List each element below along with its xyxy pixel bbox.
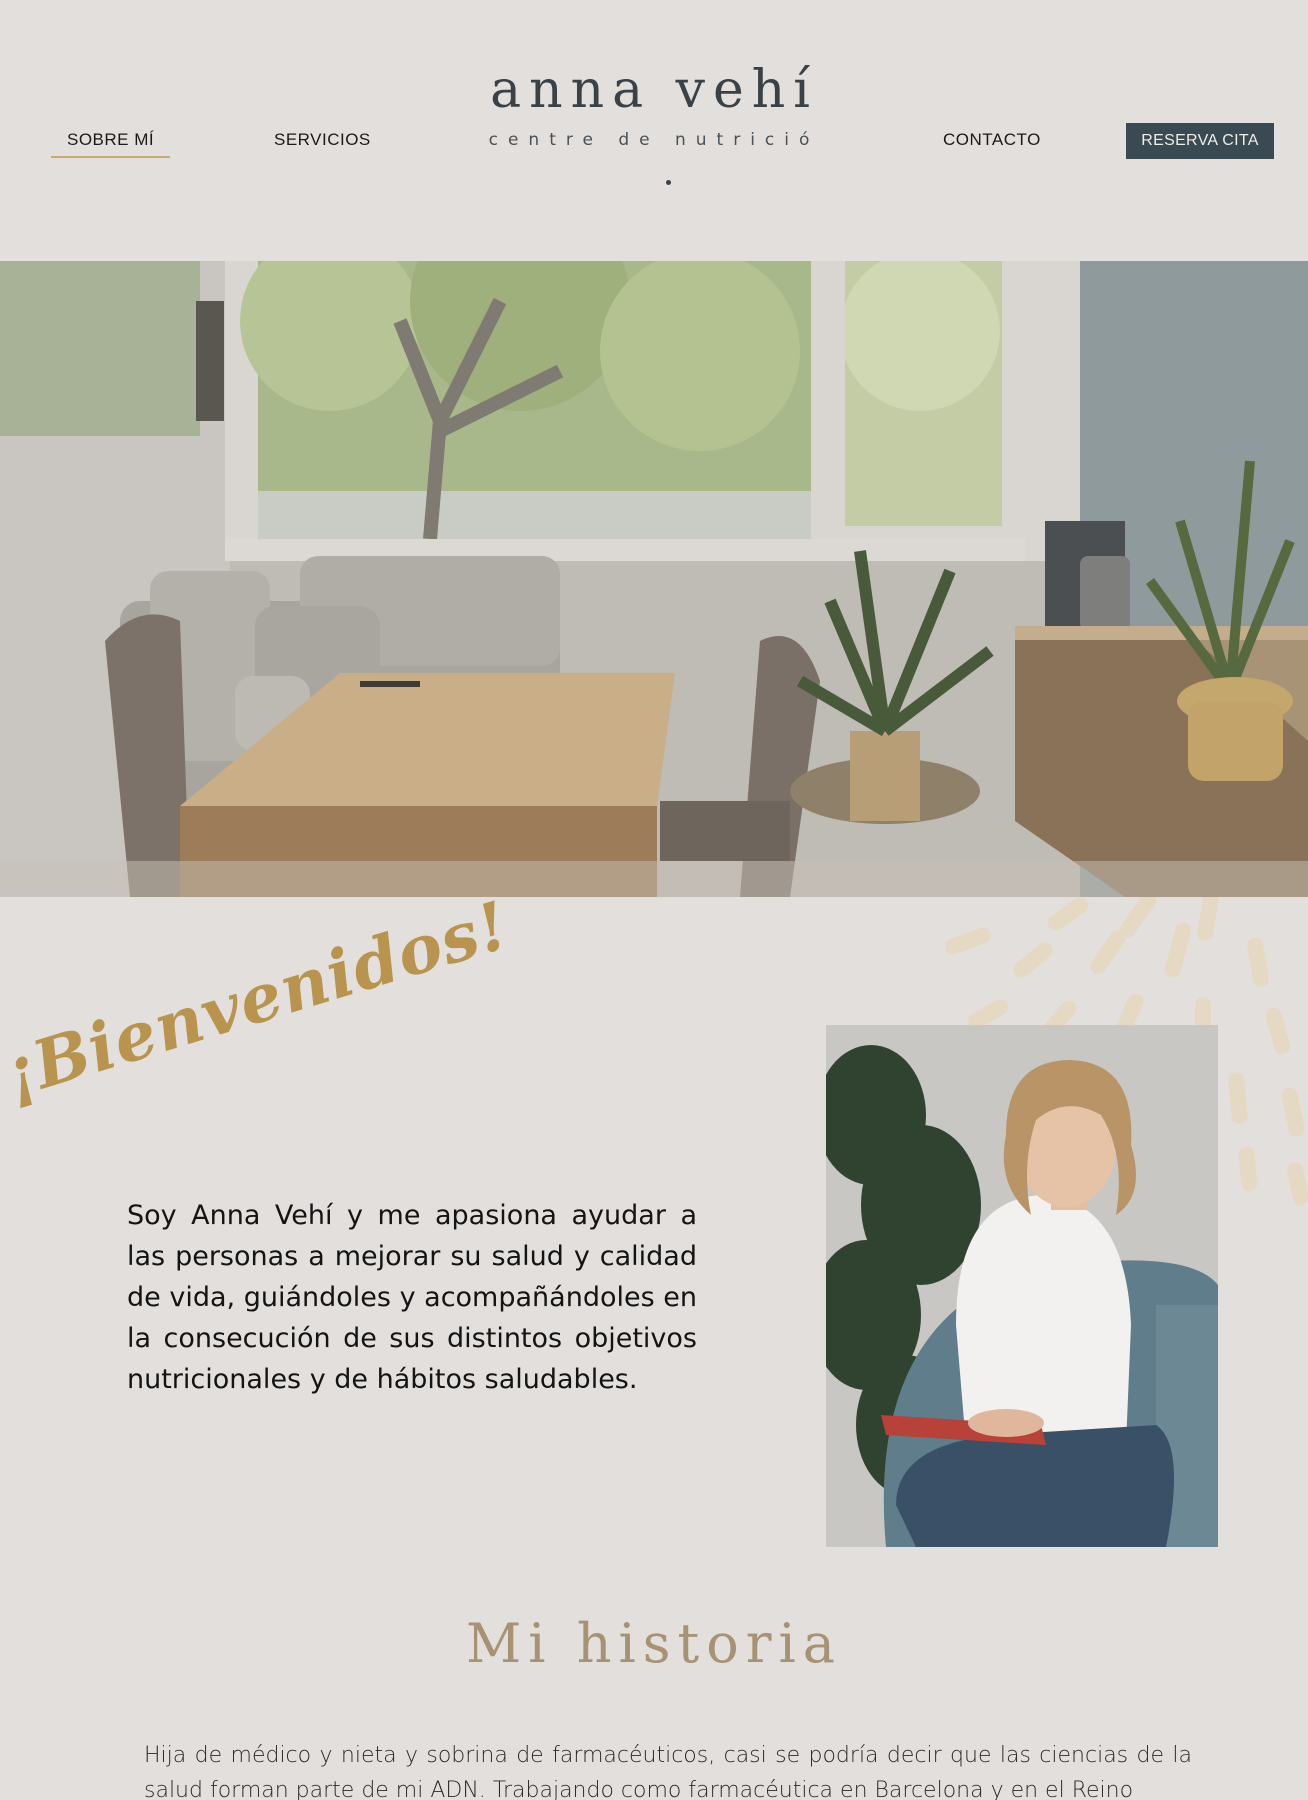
history-paragraph: Hija de médico y nieta y sobrina de farm…: [144, 1743, 1192, 1800]
intro-paragraph: Soy Anna Vehí y me apasiona ayudar a las…: [127, 1200, 697, 1395]
welcome-heading: ¡Bienvenidos!: [0, 885, 518, 1113]
history-title: Mi historia: [466, 1612, 842, 1675]
nav-link-contacto[interactable]: CONTACTO: [943, 130, 1041, 150]
hero-office-photo: [0, 261, 1308, 897]
site-header: SOBRE MÍ SERVICIOS anna vehí centre de n…: [0, 0, 1308, 261]
reserva-cita-button[interactable]: RESERVA CITA: [1126, 123, 1274, 159]
portrait-photo: [826, 1025, 1218, 1547]
logo-name[interactable]: anna vehí: [0, 60, 1308, 120]
portrait-illustration: [826, 1025, 1218, 1547]
office-interior-illustration: [0, 261, 1308, 897]
logo-subtitle: centre de nutrició: [488, 130, 820, 150]
logo-dot: [666, 180, 671, 185]
